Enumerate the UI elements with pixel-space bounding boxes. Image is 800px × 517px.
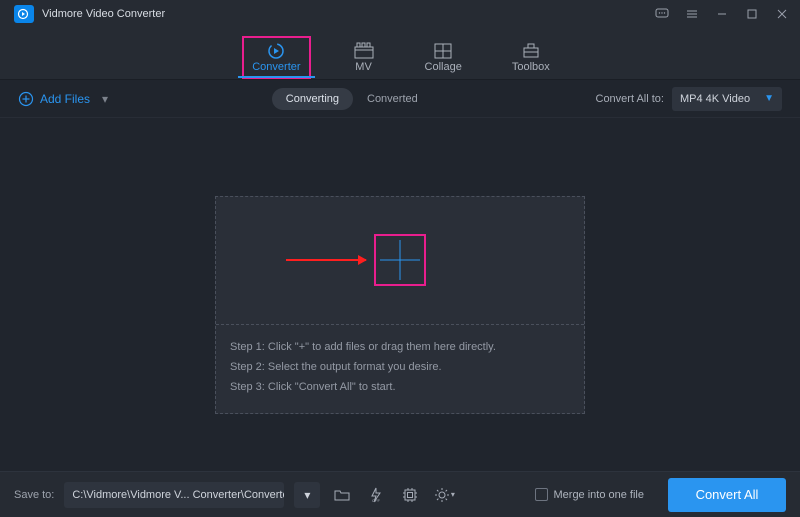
app-logo bbox=[14, 5, 34, 23]
open-folder-button[interactable] bbox=[330, 483, 354, 507]
annotation-arrow bbox=[286, 259, 366, 261]
output-format-value: MP4 4K Video bbox=[680, 93, 750, 105]
bottom-bar: Save to: C:\Vidmore\Vidmore V... Convert… bbox=[0, 471, 800, 517]
settings-button[interactable]: ▾ bbox=[432, 483, 456, 507]
checkbox-box bbox=[535, 488, 548, 501]
segment-converted[interactable]: Converted bbox=[353, 88, 432, 110]
converter-icon bbox=[266, 41, 286, 61]
add-files-plus-highlight[interactable] bbox=[374, 234, 426, 286]
state-segment: Converting Converted bbox=[272, 88, 432, 110]
save-path-field[interactable]: C:\Vidmore\Vidmore V... Converter\Conver… bbox=[64, 482, 284, 508]
tab-converter[interactable]: Converter bbox=[242, 36, 310, 79]
plus-icon bbox=[380, 240, 420, 280]
plus-circle-icon bbox=[18, 91, 34, 107]
tab-collage[interactable]: Collage bbox=[417, 36, 470, 79]
close-button[interactable] bbox=[774, 6, 790, 22]
title-bar: Vidmore Video Converter bbox=[0, 0, 800, 28]
add-files-label: Add Files bbox=[40, 92, 90, 106]
output-format-select[interactable]: MP4 4K Video ▼ bbox=[672, 87, 782, 111]
convert-all-button[interactable]: Convert All bbox=[668, 478, 786, 512]
tab-label: Collage bbox=[425, 61, 462, 73]
save-to-label: Save to: bbox=[14, 489, 54, 501]
hardware-accel-button[interactable]: OFF bbox=[364, 483, 388, 507]
tab-mv[interactable]: MV bbox=[345, 36, 383, 79]
chevron-down-icon: ▾ bbox=[304, 488, 310, 502]
svg-text:OFF: OFF bbox=[372, 498, 381, 503]
collage-icon bbox=[433, 41, 453, 61]
instructions: Step 1: Click "+" to add files or drag t… bbox=[216, 325, 584, 413]
menu-icon[interactable] bbox=[684, 6, 700, 22]
minimize-button[interactable] bbox=[714, 6, 730, 22]
folder-icon bbox=[334, 488, 350, 502]
sub-toolbar: Add Files ▾ Converting Converted Convert… bbox=[0, 80, 800, 118]
step-3: Step 3: Click "Convert All" to start. bbox=[230, 377, 570, 397]
tab-toolbox[interactable]: Toolbox bbox=[504, 36, 558, 79]
chevron-down-icon[interactable]: ▾ bbox=[102, 92, 108, 106]
bolt-off-icon: OFF bbox=[368, 487, 384, 503]
step-1: Step 1: Click "+" to add files or drag t… bbox=[230, 337, 570, 357]
save-path-dropdown[interactable]: ▾ bbox=[294, 482, 320, 508]
chip-icon bbox=[402, 487, 418, 503]
drop-zone-top[interactable] bbox=[216, 197, 584, 325]
gear-icon bbox=[434, 487, 450, 503]
add-files-button[interactable]: Add Files ▾ bbox=[18, 91, 108, 107]
app-title: Vidmore Video Converter bbox=[42, 8, 165, 20]
merge-label: Merge into one file bbox=[554, 489, 645, 501]
main-area: Step 1: Click "+" to add files or drag t… bbox=[0, 118, 800, 471]
chevron-down-icon: ▾ bbox=[451, 490, 455, 499]
task-schedule-button[interactable] bbox=[398, 483, 422, 507]
feedback-icon[interactable] bbox=[654, 6, 670, 22]
step-2: Step 2: Select the output format you des… bbox=[230, 357, 570, 377]
main-tabs: Converter MV Collage Toolbox bbox=[0, 28, 800, 80]
convert-all-to-label: Convert All to: bbox=[596, 93, 664, 105]
merge-checkbox[interactable]: Merge into one file bbox=[535, 488, 645, 501]
toolbox-icon bbox=[521, 41, 541, 61]
segment-converting[interactable]: Converting bbox=[272, 88, 353, 110]
chevron-down-icon: ▼ bbox=[764, 93, 774, 104]
tab-label: Converter bbox=[252, 61, 300, 73]
tab-label: MV bbox=[355, 61, 372, 73]
tab-label: Toolbox bbox=[512, 61, 550, 73]
drop-zone[interactable]: Step 1: Click "+" to add files or drag t… bbox=[215, 196, 585, 414]
maximize-button[interactable] bbox=[744, 6, 760, 22]
mv-icon bbox=[353, 41, 375, 61]
